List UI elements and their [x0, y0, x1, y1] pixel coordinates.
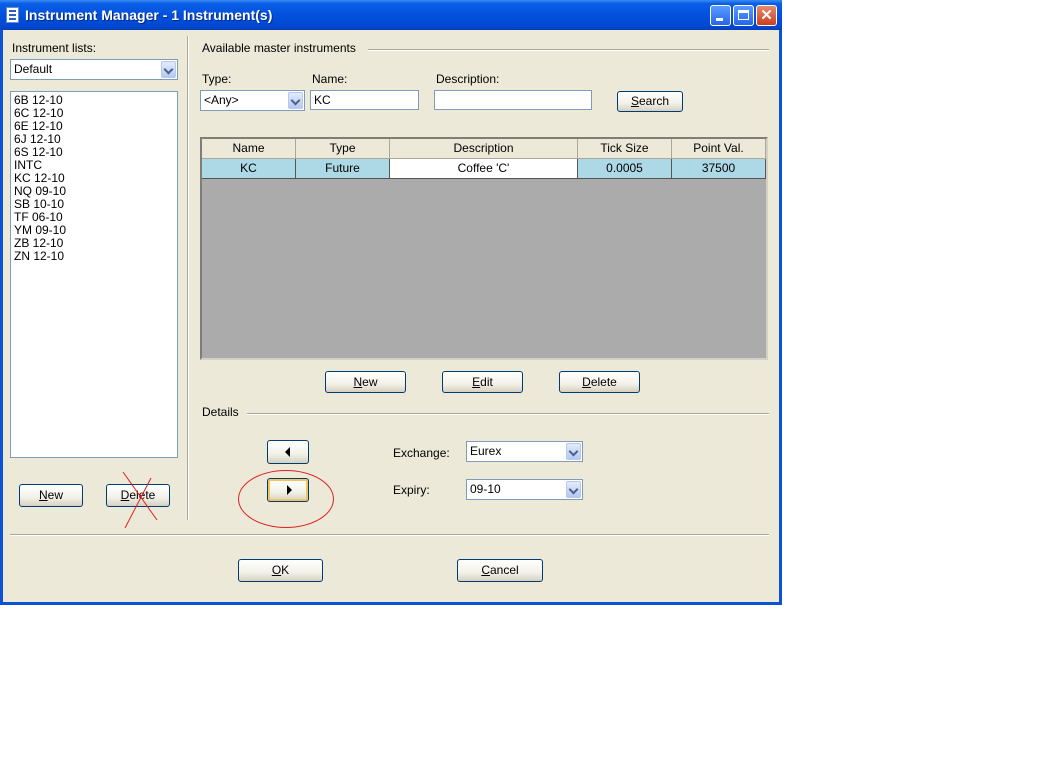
column-header-name[interactable]: Name — [202, 139, 296, 159]
type-value: <Any> — [204, 93, 239, 107]
table-row-cell-type[interactable]: Future — [296, 159, 390, 179]
description-input[interactable] — [434, 90, 592, 110]
name-input[interactable]: KC — [310, 90, 419, 110]
expiry-label: Expiry: — [393, 483, 430, 497]
instrument-listbox[interactable]: 6B 12-10 6C 12-10 6E 12-10 6J 12-10 6S 12-10… — [10, 91, 178, 458]
app-icon — [6, 7, 19, 23]
table-row-cell-name[interactable]: KC — [202, 159, 296, 179]
chevron-down-icon[interactable] — [566, 481, 581, 498]
vertical-divider — [187, 36, 188, 520]
chevron-down-icon[interactable] — [566, 443, 581, 460]
type-label: Type: — [202, 72, 232, 86]
name-label: Name: — [312, 72, 348, 86]
search-button[interactable]: Search — [617, 91, 683, 112]
column-header-tick-size[interactable]: Tick Size — [578, 139, 672, 159]
type-dropdown[interactable]: <Any> — [200, 90, 305, 111]
instrument-grid[interactable]: Name Type Description Tick Size Point Va… — [200, 137, 768, 360]
column-header-type[interactable]: Type — [296, 139, 390, 159]
ok-button[interactable]: OK — [238, 559, 323, 582]
maximize-button[interactable] — [733, 5, 754, 26]
chevron-down-icon[interactable] — [288, 92, 303, 109]
close-icon: ✕ — [760, 7, 773, 24]
dialog-client-area: Instrument lists: Default 6B 12-10 6C 12-… — [3, 30, 779, 602]
master-delete-button[interactable]: Delete — [559, 371, 640, 393]
cross-annotation-icon — [122, 471, 158, 529]
table-row-cell-description[interactable]: Coffee 'C' — [390, 159, 578, 179]
instrument-list-dropdown[interactable]: Default — [10, 59, 178, 80]
chevron-down-icon[interactable] — [161, 61, 176, 78]
expiry-value: 09-10 — [470, 482, 501, 496]
left-new-button[interactable]: New — [19, 484, 83, 507]
table-row-cell-point-value[interactable]: 37500 — [672, 159, 766, 179]
column-header-point-value[interactable]: Point Val. — [672, 139, 766, 159]
master-section-divider — [368, 49, 769, 50]
details-section-label: Details — [202, 405, 239, 419]
close-button[interactable]: ✕ — [756, 5, 777, 26]
title-bar[interactable]: Instrument Manager - 1 Instrument(s) ✕ — [0, 0, 782, 30]
exchange-dropdown[interactable]: Eurex — [466, 441, 583, 462]
master-section-label: Available master instruments — [202, 41, 356, 55]
master-new-button[interactable]: New — [325, 371, 406, 393]
expiry-dropdown[interactable]: 09-10 — [466, 479, 583, 500]
table-row-cell-tick-size[interactable]: 0.0005 — [578, 159, 672, 179]
master-edit-button[interactable]: Edit — [442, 371, 523, 393]
instrument-lists-label: Instrument lists: — [12, 41, 97, 55]
exchange-label: Exchange: — [393, 446, 450, 460]
cancel-button[interactable]: Cancel — [457, 559, 543, 582]
description-label: Description: — [436, 72, 500, 86]
circle-annotation-icon — [238, 470, 334, 528]
instrument-list-value: Default — [14, 62, 53, 76]
exchange-value: Eurex — [470, 444, 502, 458]
instrument-manager-window: Instrument Manager - 1 Instrument(s) ✕ I… — [0, 0, 782, 605]
details-section-divider — [247, 413, 769, 414]
column-header-description[interactable]: Description — [390, 139, 578, 159]
window-title: Instrument Manager - 1 Instrument(s) — [25, 7, 273, 23]
footer-divider — [10, 534, 769, 535]
previous-arrow-button[interactable] — [267, 440, 309, 464]
list-item[interactable]: ZN 12-10 — [14, 250, 174, 263]
minimize-button[interactable] — [710, 5, 731, 26]
